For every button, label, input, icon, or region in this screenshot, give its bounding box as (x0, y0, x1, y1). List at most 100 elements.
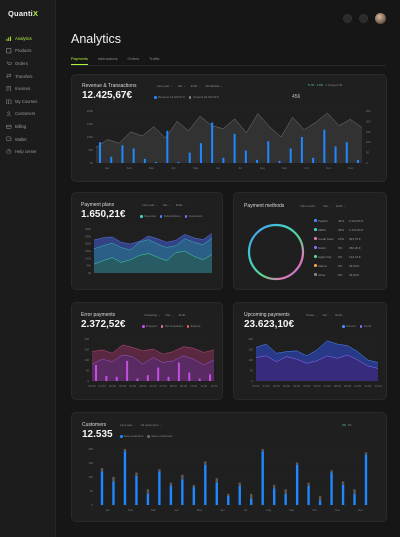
sidebar-item-my-courses[interactable]: My Courses (6, 95, 54, 108)
sidebar-item-customers[interactable]: Customers (6, 108, 54, 121)
filter-net[interactable]: Net (323, 204, 331, 208)
y-tick-label: 0k (88, 271, 92, 275)
customers-chart: 200 150 100 50 0 Jan Feb Mar Apr May Jun Jul Aug Sep O… (72, 443, 388, 519)
bar (330, 470, 333, 473)
y-tick-label: 100 (88, 475, 93, 479)
filter-period[interactable]: Last year (157, 84, 173, 88)
x-tick-label: 09:00 (344, 384, 351, 388)
filter-net[interactable]: Net (322, 313, 330, 317)
filter-currency[interactable]: EUR (179, 313, 189, 317)
x-tick-label: Apr (171, 166, 175, 170)
box-icon (6, 48, 12, 54)
list-item[interactable]: Apple Pay 5% 194,13 € (314, 252, 384, 261)
users-icon (6, 111, 12, 117)
filter-currency[interactable]: EUR (336, 204, 346, 208)
list-item[interactable]: Klarna 5% 45,90 € (314, 261, 384, 270)
legend-item: New customers (120, 434, 143, 438)
filter-group: Last year All customers (120, 423, 162, 427)
bar (95, 365, 97, 381)
card-value: 12.425,67€ (82, 90, 133, 101)
list-item[interactable]: Other 5% 45,90 € (314, 270, 384, 279)
card-title: Upcoming payments (244, 312, 290, 318)
bar (115, 376, 118, 381)
x-tick-label: 12:00 (211, 384, 218, 388)
sidebar-item-billing[interactable]: Billing (6, 120, 54, 133)
sidebar-item-products[interactable]: Products (6, 45, 54, 58)
y-tick-label: 200 (84, 337, 89, 341)
card-value: 1.650,21€ (81, 209, 126, 220)
filter-currency[interactable]: EUR (176, 203, 186, 207)
sidebar-item-transfers[interactable]: Transfers (6, 70, 54, 83)
y-tick-label: 150 (84, 348, 89, 352)
avatar[interactable] (375, 13, 386, 24)
x-tick-label: 07:00 (324, 384, 331, 388)
help-icon (6, 149, 12, 155)
x-tick-label: Feb (128, 508, 133, 512)
card-title: Revenue & Transactions (82, 83, 137, 89)
bar (99, 142, 101, 163)
x-tick-label: 11:00 (364, 384, 371, 388)
bar (146, 489, 150, 494)
bar (250, 493, 253, 499)
bar (126, 360, 129, 381)
bar (295, 462, 299, 465)
bar (318, 500, 322, 505)
sidebar-item-orders[interactable]: Orders (6, 57, 54, 70)
bar (250, 498, 253, 505)
filter-net[interactable]: Net (163, 203, 171, 207)
sidebar-item-analytics[interactable]: Analytics (6, 32, 54, 45)
filter-currency[interactable]: EUR (335, 313, 345, 317)
filter-net[interactable]: Net (166, 313, 174, 317)
filter-region[interactable]: Worldwide (205, 84, 222, 88)
y-tick-label: 100 (248, 358, 253, 362)
filter-currency[interactable]: EUR (191, 84, 201, 88)
bar (158, 471, 161, 505)
bar (364, 454, 368, 505)
legend-item: Not completed (160, 324, 183, 328)
y-tick-label: 0 (87, 379, 89, 383)
filter-segment[interactable]: All customers (141, 423, 162, 427)
app-logo[interactable]: QuantiX (8, 9, 38, 18)
bar (353, 489, 356, 494)
filter-group: This month Net EUR (300, 204, 346, 208)
chart-icon (6, 36, 12, 42)
bar (215, 478, 218, 483)
filter-period[interactable]: Yesterday (144, 313, 161, 317)
y-tick-label: 200 (88, 447, 93, 451)
filter-period[interactable]: Last year (120, 423, 136, 427)
list-item[interactable]: PayPal 45% 2.233,65 € (314, 216, 384, 225)
chart-legend: Dropped Not completed Expired (142, 324, 200, 328)
filter-period[interactable]: Last year (142, 203, 158, 207)
y-tick-label-right: 250 (366, 109, 371, 113)
y-tick-label: 150k (87, 122, 94, 126)
x-tick-label: 01:00 (263, 384, 270, 388)
filter-period[interactable]: Today (306, 313, 317, 317)
legend-item: Subscriptions (159, 214, 181, 218)
y-tick-label: 100 (84, 358, 89, 362)
bar (199, 143, 202, 163)
list-item[interactable]: Credit Card 10% 933,75 € (314, 234, 384, 243)
list-item[interactable]: Sofort 5% 456,30 € (314, 243, 384, 252)
bell-icon[interactable] (359, 14, 368, 23)
x-tick-label: May (193, 166, 199, 170)
sidebar-item-wallet[interactable]: Wallet (6, 133, 54, 146)
filter-net[interactable]: Net (178, 84, 186, 88)
x-tick-label: 12:00 (375, 384, 382, 388)
search-icon[interactable] (343, 14, 352, 23)
bar (341, 481, 345, 485)
y-tick-label: 50 (90, 489, 94, 493)
filter-period[interactable]: This month (300, 204, 318, 208)
sidebar-item-invoices[interactable]: Invoices (6, 82, 54, 95)
x-tick-label: 03:00 (283, 384, 290, 388)
revenue-card: Revenue & Transactions 12.425,67€ Last y… (71, 74, 387, 182)
bar (284, 489, 287, 494)
payment-plans-card: Payment plans 1.650,21€ Last year Net EU… (71, 192, 223, 290)
page-title: Analytics (71, 32, 122, 46)
bar (233, 133, 236, 163)
tabs-divider (71, 64, 386, 66)
card-icon (6, 124, 12, 130)
list-item[interactable]: SEPA 25% 1.232,50 € (314, 225, 384, 234)
sidebar-item-help-center[interactable]: Help center (6, 145, 54, 158)
bar (198, 378, 201, 381)
error-payments-chart: 200 150 100 50 0 00:00 01:00 02:00 03:00 04:00 05:… (72, 333, 224, 395)
